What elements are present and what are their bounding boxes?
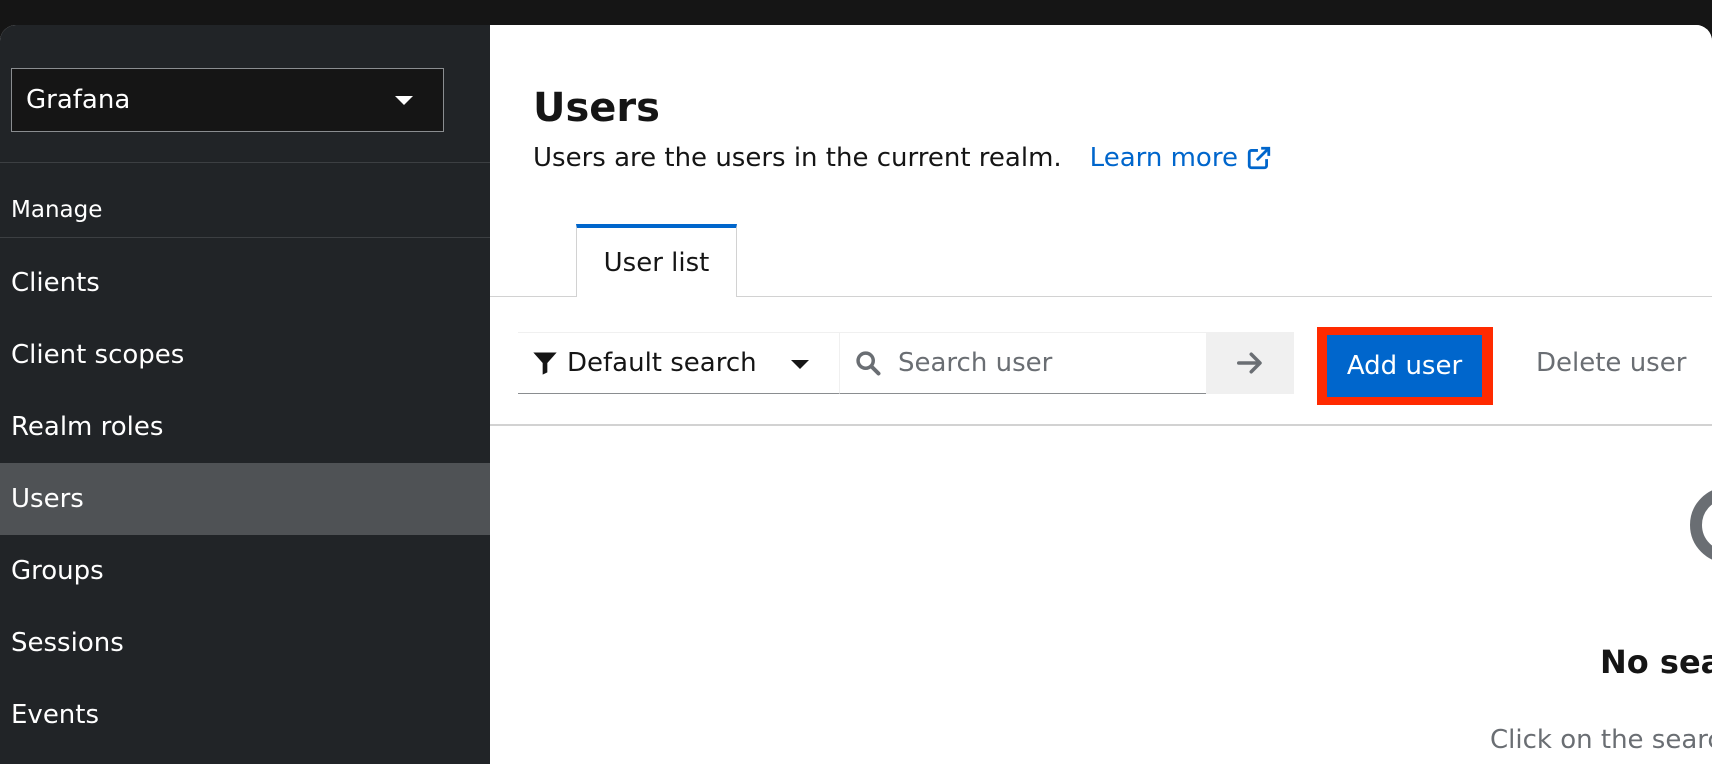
toolbar: Default search Search user Add user Dele… xyxy=(490,327,1712,427)
learn-more-link[interactable]: Learn more xyxy=(1090,143,1272,173)
toolbar-divider xyxy=(490,424,1712,426)
chevron-down-icon xyxy=(791,360,809,369)
search-field xyxy=(840,332,1206,394)
sidebar-item-users[interactable]: Users xyxy=(0,463,490,535)
empty-state-title: No sea xyxy=(1600,643,1712,681)
sidebar-item-label: Users xyxy=(11,484,84,514)
chevron-down-icon xyxy=(395,95,413,105)
empty-state-search-icon xyxy=(1690,487,1712,563)
realm-selector[interactable]: Grafana xyxy=(11,68,444,132)
page-description: Users are the users in the current realm… xyxy=(533,143,1272,173)
sidebar-divider xyxy=(0,162,490,163)
sidebar-section-manage: Manage xyxy=(11,197,103,223)
add-user-button[interactable]: Add user xyxy=(1327,335,1482,397)
sidebar-item-client-scopes[interactable]: Client scopes xyxy=(0,319,490,391)
realm-name: Grafana xyxy=(26,85,131,115)
tab-label: User list xyxy=(603,247,710,278)
sidebar-item-events[interactable]: Events xyxy=(0,679,490,751)
sidebar-item-label: Realm roles xyxy=(11,412,164,442)
sidebar-item-label: Groups xyxy=(11,556,104,586)
sidebar-item-label: Clients xyxy=(11,268,100,298)
page-description-text: Users are the users in the current realm… xyxy=(533,143,1062,173)
sidebar-item-label: Client scopes xyxy=(11,340,185,370)
sidebar: Grafana Manage Clients Client scopes Rea… xyxy=(0,25,490,764)
main-content: Users Users are the users in the current… xyxy=(490,25,1712,764)
search-type-dropdown[interactable]: Default search xyxy=(518,332,840,394)
tab-user-list[interactable]: User list xyxy=(576,224,737,297)
search-submit-button[interactable] xyxy=(1206,332,1294,394)
filter-icon xyxy=(533,352,557,375)
sidebar-item-sessions[interactable]: Sessions xyxy=(0,607,490,679)
arrow-right-icon xyxy=(1237,352,1262,374)
external-link-icon xyxy=(1247,146,1271,170)
sidebar-item-label: Sessions xyxy=(11,628,124,658)
app-window: Grafana Manage Clients Client scopes Rea… xyxy=(0,25,1712,764)
learn-more-label: Learn more xyxy=(1089,143,1238,173)
sidebar-item-groups[interactable]: Groups xyxy=(0,535,490,607)
sidebar-item-label: Events xyxy=(11,700,100,730)
sidebar-item-realm-roles[interactable]: Realm roles xyxy=(0,391,490,463)
sidebar-divider xyxy=(0,237,490,238)
search-icon xyxy=(856,351,881,376)
page-title: Users xyxy=(533,85,660,131)
app-frame: Grafana Manage Clients Client scopes Rea… xyxy=(0,0,1712,764)
add-user-label: Add user xyxy=(1346,351,1463,381)
search-input[interactable] xyxy=(896,347,1190,379)
sidebar-item-clients[interactable]: Clients xyxy=(0,247,490,319)
delete-user-label: Delete user xyxy=(1536,348,1687,378)
delete-user-button[interactable]: Delete user xyxy=(1516,332,1706,394)
empty-state-body: Click on the searc xyxy=(1490,725,1712,755)
search-type-label: Default search xyxy=(567,348,757,378)
